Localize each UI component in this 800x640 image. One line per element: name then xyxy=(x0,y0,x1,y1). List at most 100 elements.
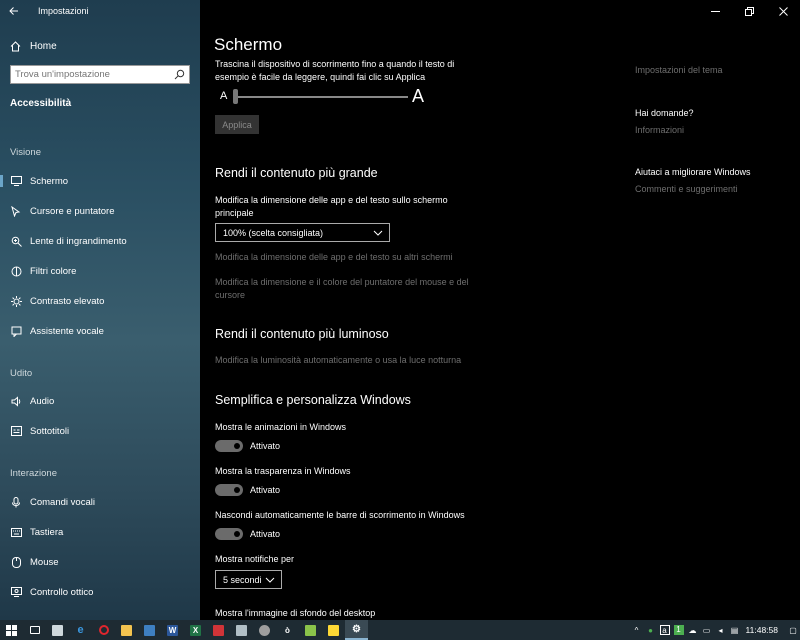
sidebar-item-schermo[interactable]: Schermo xyxy=(0,169,200,193)
heading-simplify: Semplifica e personalizza Windows xyxy=(215,393,411,407)
sidebar-item-assistente-vocale[interactable]: Assistente vocale xyxy=(0,319,200,343)
taskbar-store[interactable] xyxy=(46,620,69,640)
home-label: Home xyxy=(30,40,57,52)
sidebar-item-comandi-vocali[interactable]: Comandi vocali xyxy=(0,490,200,514)
sidebar-item-label: Schermo xyxy=(30,175,69,187)
tray-app-a[interactable]: a xyxy=(658,620,672,640)
scale-dropdown[interactable]: 100% (scelta consigliata) xyxy=(215,223,390,242)
home-nav-item[interactable]: Home xyxy=(0,35,200,57)
taskbar-media[interactable] xyxy=(253,620,276,640)
slider-track[interactable] xyxy=(236,96,408,98)
transparency-state: Attivato xyxy=(250,485,281,495)
narrator-icon xyxy=(10,325,22,337)
toggle-knob xyxy=(234,443,240,449)
volume-icon: ◂ xyxy=(718,625,723,635)
tray-app-1[interactable]: 1 xyxy=(672,620,686,640)
tray-cloud[interactable]: ☁ xyxy=(686,620,700,640)
explorer-icon xyxy=(121,624,132,636)
slider-thumb[interactable] xyxy=(233,89,238,104)
heading-brighter: Rendi il contenuto più luminoso xyxy=(215,327,389,341)
minimize-button[interactable] xyxy=(698,0,732,22)
sidebar-item-label: Sottotitoli xyxy=(30,425,70,437)
window-controls xyxy=(698,0,800,22)
taskbar-pen[interactable] xyxy=(322,620,345,640)
group-label-interaction: Interazione xyxy=(10,468,58,479)
excel-icon: X xyxy=(190,624,201,636)
restore-button[interactable] xyxy=(732,0,766,22)
search-icon[interactable] xyxy=(174,69,185,80)
clock[interactable]: 11:48:58 xyxy=(746,625,778,635)
contrast-icon xyxy=(10,295,22,307)
transparency-toggle[interactable] xyxy=(215,484,243,496)
main-content: Schermo Trascina il dispositivo di scorr… xyxy=(200,0,800,620)
sidebar-item-controllo-ottico[interactable]: Controllo ottico xyxy=(0,580,200,604)
captions-icon xyxy=(10,425,22,437)
info-link[interactable]: Informazioni xyxy=(635,125,684,135)
sidebar-item-label: Controllo ottico xyxy=(30,586,94,598)
sidebar-item-lente[interactable]: Lente di ingrandimento xyxy=(0,229,200,253)
notifications-dropdown[interactable]: 5 secondi xyxy=(215,570,282,589)
theme-settings-link[interactable]: Impostazioni del tema xyxy=(635,65,723,75)
transparency-toggle-row: Attivato xyxy=(215,483,280,497)
taskbar-folder[interactable] xyxy=(138,620,161,640)
sidebar-item-cursore[interactable]: Cursore e puntatore xyxy=(0,199,200,223)
tray-volume[interactable]: ◂ xyxy=(714,620,728,640)
animations-toggle[interactable] xyxy=(215,440,243,452)
section-title: Accessibilità xyxy=(10,98,72,109)
taskbar-edge[interactable]: e xyxy=(69,620,92,640)
shield-icon: ● xyxy=(648,625,653,635)
slider-big-label: A xyxy=(412,86,425,106)
system-tray: ^ ● a 1 ☁ ▭ ◂ ▤ 11:48:58 ▢ xyxy=(630,620,800,640)
pointer-icon xyxy=(10,205,22,217)
task-view-icon xyxy=(29,626,40,634)
feedback-link[interactable]: Commenti e suggerimenti xyxy=(635,184,738,194)
sidebar-item-label: Cursore e puntatore xyxy=(30,205,115,217)
monitor-icon xyxy=(10,175,22,187)
action-center-button[interactable]: ▢ xyxy=(786,620,800,640)
taskbar-pdf[interactable] xyxy=(207,620,230,640)
task-view-button[interactable] xyxy=(23,620,46,640)
taskbar-app[interactable]: ò xyxy=(276,620,299,640)
speaker-icon xyxy=(10,395,22,407)
sidebar-item-sottotitoli[interactable]: Sottotitoli xyxy=(0,419,200,443)
sidebar-item-label: Comandi vocali xyxy=(30,496,95,508)
link-other-screens[interactable]: Modifica la dimensione delle app e del t… xyxy=(215,251,453,264)
back-button[interactable] xyxy=(0,0,28,22)
taskbar-opera[interactable] xyxy=(92,620,115,640)
taskbar-sticky[interactable] xyxy=(299,620,322,640)
sidebar-item-audio[interactable]: Audio xyxy=(0,389,200,413)
tray-overflow-button[interactable]: ^ xyxy=(630,620,644,640)
toggle-knob xyxy=(234,531,240,537)
group-label-hearing: Udito xyxy=(10,368,33,379)
taskbar-explorer[interactable] xyxy=(115,620,138,640)
tray-security[interactable]: ● xyxy=(644,620,658,640)
sidebar-item-tastiera[interactable]: Tastiera xyxy=(0,520,200,544)
cloud-icon: ☁ xyxy=(688,625,697,635)
minimize-icon xyxy=(710,10,720,12)
taskbar-settings[interactable]: ⚙ xyxy=(345,620,368,640)
microphone-icon xyxy=(10,496,22,508)
tray-network[interactable]: ▭ xyxy=(700,620,714,640)
taskbar-notepad[interactable] xyxy=(230,620,253,640)
link-brightness[interactable]: Modifica la luminosità automaticamente o… xyxy=(215,354,461,367)
text-size-slider[interactable]: A A xyxy=(220,86,430,106)
magnifier-icon xyxy=(10,235,22,247)
wallpaper-label: Mostra l'immagine di sfondo del desktop xyxy=(215,608,376,618)
sidebar-item-contrasto[interactable]: Contrasto elevato xyxy=(0,289,200,313)
scrollbars-toggle[interactable] xyxy=(215,528,243,540)
search-input[interactable] xyxy=(11,69,161,80)
taskbar-excel[interactable]: X xyxy=(184,620,207,640)
apply-button[interactable]: Applica xyxy=(215,115,259,134)
scrollbars-toggle-row: Attivato xyxy=(215,527,280,541)
taskbar-word[interactable]: W xyxy=(161,620,184,640)
toggle-knob xyxy=(234,487,240,493)
close-button[interactable] xyxy=(766,0,800,22)
start-button[interactable] xyxy=(0,620,23,640)
app-a-icon: a xyxy=(659,625,670,635)
sidebar-item-filtri-colore[interactable]: Filtri colore xyxy=(0,259,200,283)
link-pointer-size[interactable]: Modifica la dimensione e il colore del p… xyxy=(215,276,495,302)
search-box[interactable] xyxy=(10,65,190,84)
tray-keyboard[interactable]: ▤ xyxy=(728,620,742,640)
sidebar-item-mouse[interactable]: Mouse xyxy=(0,550,200,574)
opera-icon xyxy=(98,625,109,635)
